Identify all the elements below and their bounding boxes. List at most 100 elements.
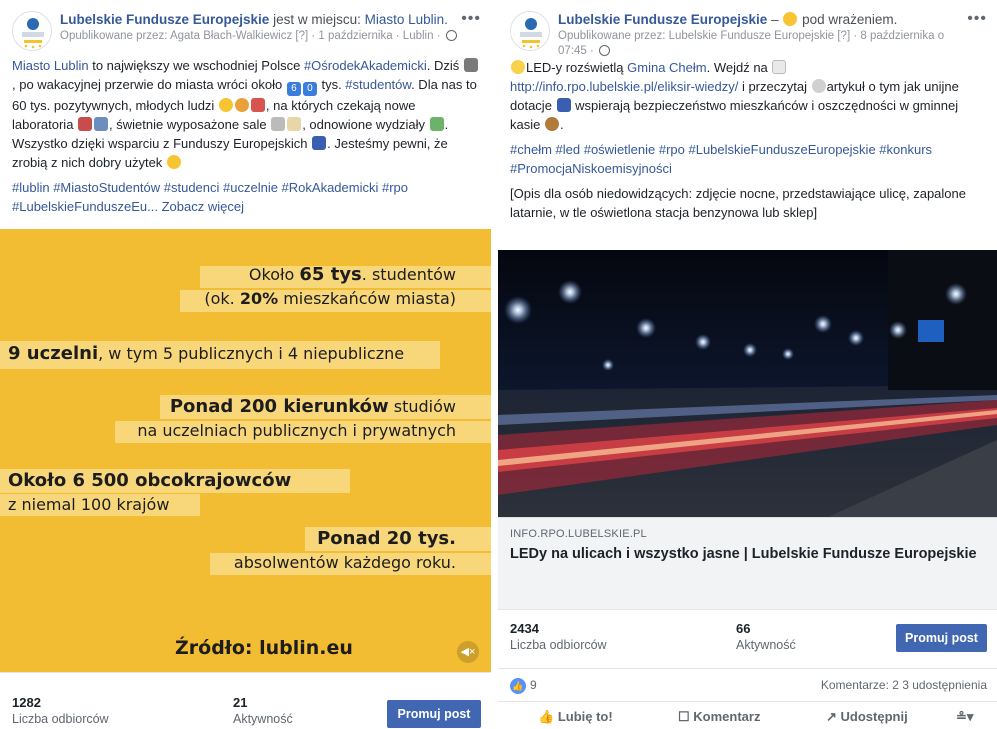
page-name-link[interactable]: Lubelskie Fundusze Europejskie <box>558 12 767 27</box>
activity-text: jest w miejscu: <box>269 12 365 27</box>
text: absolwen <box>233 553 310 572</box>
more-options-icon[interactable]: ••• <box>967 10 987 28</box>
post-stats: 1282 Liczba odbiorców 21 Aktywność Promu… <box>0 672 491 729</box>
text: LED-y rozświetlą <box>526 60 628 75</box>
student-emoji-icon <box>234 98 249 112</box>
digit-0-icon: 0 <box>302 82 317 96</box>
hashtag-link[interactable]: #studentów <box>345 77 411 92</box>
text: . Dziś <box>426 58 463 73</box>
stat-line-7: z niemal 100 krajów <box>8 494 169 516</box>
page-name-link[interactable]: Lubelskie Fundusze Europejskie <box>60 12 269 27</box>
text: mieszkańców miasta) <box>278 289 456 308</box>
promote-post-button[interactable]: Promuj post <box>387 700 481 728</box>
impressed-emoji-icon <box>783 12 798 26</box>
text: wspierają bezpieczeństwo mieszkańców i o… <box>510 98 959 132</box>
comment-button[interactable]: ☐ Komentarz <box>678 709 760 725</box>
stat-line-4: Ponad 200 kierunków studiów <box>170 396 456 418</box>
hashtags[interactable]: #chełm #led #oświetlenie #rpo #Lubelskie… <box>510 140 985 178</box>
like-reaction-icon[interactable]: 👍 <box>510 678 526 694</box>
text: , po wakacyjnej przerwie do miasta wróci… <box>12 77 286 92</box>
share-button[interactable]: ↗ Udostępnij <box>826 709 908 725</box>
text: (ok. <box>204 289 240 308</box>
place-link-inline[interactable]: Gmina Chełm <box>627 60 706 75</box>
text: studiów <box>388 397 456 416</box>
street-night-photo[interactable] <box>498 250 997 517</box>
stat-line-2: (ok. 20% mieszkańców miasta) <box>204 288 456 310</box>
text: 65 tys <box>299 264 362 285</box>
place-link[interactable]: Miasto Lublin. <box>365 12 448 27</box>
text: to największy we wschodniej Polsce <box>88 58 304 73</box>
eu-flag-emoji-icon <box>312 136 327 150</box>
mute-icon[interactable]: ◀× <box>457 641 479 663</box>
text: i przeczytaj <box>738 79 811 94</box>
stat-line-9: absolwentów każdego roku. <box>234 552 456 574</box>
alt-description: [Opis dla osób niedowidzących: zdjęcie n… <box>510 186 966 220</box>
student-emoji-icon <box>250 98 265 112</box>
post-left: Lubelskie Fundusze Europejskie jest w mi… <box>0 0 491 729</box>
globe-icon <box>599 45 611 56</box>
post-header: Lubelskie Fundusze Europejskie jest w mi… <box>0 0 491 56</box>
link-preview[interactable]: INFO.RPO.LUBELSKIE.PL LEDy na ulicach i … <box>498 517 997 609</box>
feeling-text: pod wrażeniem. <box>798 12 898 27</box>
mouse-emoji-icon <box>772 60 787 74</box>
audience-selector[interactable]: ≗▾ <box>956 709 973 725</box>
infographic-source: Źródło: lublin.eu <box>175 637 353 659</box>
digit-6-icon: 6 <box>286 82 301 96</box>
text: 20% <box>239 289 279 308</box>
stat-line-3: 9 uczelni, w tym 5 publicznych i 4 niepu… <box>8 343 404 365</box>
stat-line-8: Ponad 20 tys. <box>317 528 456 550</box>
microscope-emoji-icon <box>78 117 93 131</box>
reach-label: Liczba odbiorców <box>12 712 109 726</box>
post-text: LED-y rozświetlą Gmina Chełm. Wejdź na h… <box>498 58 997 222</box>
activity-text: – <box>767 12 783 27</box>
text: 200 kierunków <box>239 396 389 417</box>
text: z niemal 100 krajów <box>8 495 170 514</box>
like-button[interactable]: 👍 Lubię to! <box>538 709 613 725</box>
eu-flag-emoji-icon <box>556 98 571 112</box>
share-icon: ↗ <box>826 709 837 724</box>
hashtag-link[interactable]: #OśrodekAkademicki <box>304 58 427 73</box>
school-emoji-icon <box>463 58 478 72</box>
engagement-label: Aktywność <box>736 638 796 652</box>
reaction-count[interactable]: 9 <box>530 678 537 692</box>
text: tów <box>309 553 339 572</box>
like-icon: 👍 <box>538 709 555 724</box>
comment-label: Komentarz <box>693 709 761 724</box>
page-avatar[interactable] <box>12 11 52 51</box>
audience-icon: ≗▾ <box>956 709 974 724</box>
post-right: Lubelskie Fundusze Europejskie – pod wra… <box>498 0 997 729</box>
like-label: Lubię to! <box>557 709 613 724</box>
text: publicznych i prywatnych <box>247 421 456 440</box>
stat-line-6: Około 6 500 obcokrajowców <box>8 470 291 492</box>
link-domain: INFO.RPO.LUBELSKIE.PL <box>510 528 647 540</box>
text: . <box>559 117 564 132</box>
stat-line-5: na uczelniach publicznych i prywatnych <box>137 420 456 442</box>
lightbulb-emoji-icon <box>511 60 525 74</box>
action-bar: 👍 Lubię to! ☐ Komentarz ↗ Udostępnij ≗▾ <box>498 703 997 729</box>
computer-emoji-icon <box>94 117 109 131</box>
post-stats: 2434 Liczba odbiorców 66 Aktywność Promu… <box>498 609 997 668</box>
text: Ponad 20 tys. <box>317 528 456 549</box>
article-url-link[interactable]: http://info.rpo.lubelskie.pl/eliksir-wie… <box>510 79 738 94</box>
text: uczelniach <box>162 421 248 440</box>
stat-line-1: Około 65 tys. studentów <box>249 264 456 286</box>
link-title[interactable]: LEDy na ulicach i wszystko jasne | Lubel… <box>510 544 985 564</box>
reach-label: Liczba odbiorców <box>510 638 607 652</box>
reactions-row: 👍 9 Komentarze: 2 3 udostępnienia <box>498 668 997 702</box>
globe-icon <box>445 30 457 41</box>
text: , świetnie wyposażone sale <box>109 117 271 132</box>
infographic-image[interactable]: Około 65 tys. studentów (ok. 20% mieszka… <box>0 229 491 672</box>
more-options-icon[interactable]: ••• <box>461 10 481 28</box>
post-text: Miasto Lublin to największy we wschodnie… <box>0 56 491 216</box>
engagement-count: 21 <box>233 695 248 710</box>
promote-post-button[interactable]: Promuj post <box>896 624 987 652</box>
page-avatar[interactable] <box>510 11 550 51</box>
reach-count: 1282 <box>12 695 41 710</box>
place-link-inline[interactable]: Miasto Lublin <box>12 58 89 73</box>
engagement-count: 66 <box>736 621 751 636</box>
see-more-link[interactable]: Zobacz więcej <box>162 199 244 214</box>
book-emoji-icon <box>287 117 302 131</box>
post-meta: Opublikowane przez: Lubelskie Fundusze E… <box>558 30 945 57</box>
text: na <box>137 421 163 440</box>
comments-shares-summary[interactable]: Komentarze: 2 3 udostępnienia <box>821 678 987 692</box>
